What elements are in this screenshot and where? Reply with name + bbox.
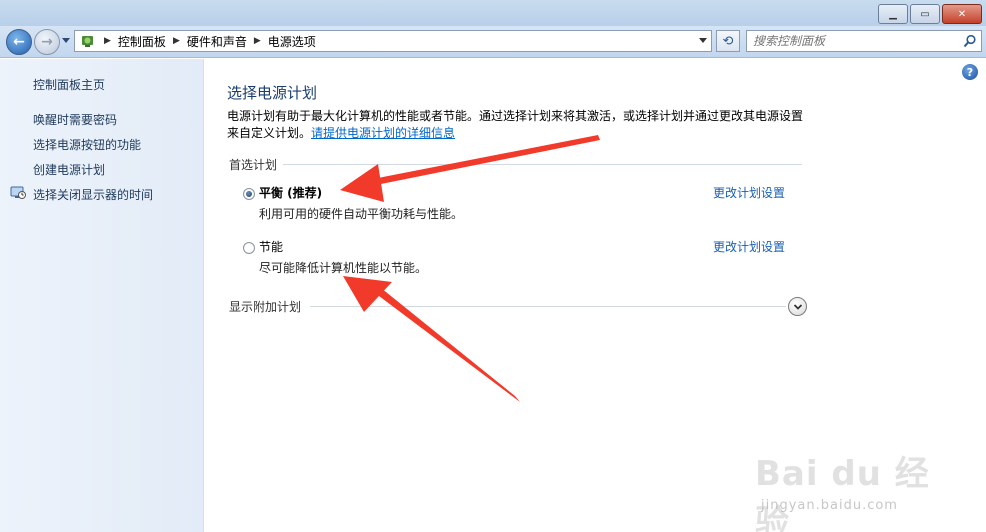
- watermark-url: jingyan.baidu.com: [761, 498, 898, 513]
- arrow-right-icon: →: [41, 34, 53, 50]
- annotation-arrow-upper: [350, 135, 600, 196]
- monitor-clock-icon: [10, 186, 26, 200]
- description-line-2: 来自定义计划。请提供电源计划的详细信息: [227, 125, 817, 142]
- window-controls: ▁ ▭ ✕: [876, 4, 982, 24]
- chevron-down-icon: [793, 300, 803, 314]
- sidebar-item-power-button[interactable]: 选择电源按钮的功能: [33, 136, 141, 153]
- expand-additional-plans-button[interactable]: [788, 297, 807, 316]
- minimize-icon: ▁: [889, 8, 897, 20]
- divider: [283, 164, 802, 165]
- power-saver-plan-radio[interactable]: [243, 242, 255, 254]
- close-button[interactable]: ✕: [942, 4, 982, 24]
- breadcrumb-separator: ▶: [172, 36, 180, 46]
- breadcrumb-control-panel[interactable]: 控制面板: [118, 33, 166, 50]
- power-saver-plan-description: 尽可能降低计算机性能以节能。: [259, 261, 428, 275]
- preferred-plans-label: 首选计划: [229, 158, 278, 172]
- sidebar-item-display-off-time[interactable]: 选择关闭显示器的时间: [33, 186, 153, 203]
- breadcrumb-hardware-sound[interactable]: 硬件和声音: [187, 33, 247, 50]
- watermark-brand: Bai du 经验: [755, 454, 930, 532]
- watermark: Bai du 经验 jingyan.baidu.com: [755, 440, 955, 532]
- help-button[interactable]: ?: [962, 64, 978, 80]
- sidebar-item-control-panel-home[interactable]: 控制面板主页: [33, 76, 105, 93]
- balanced-plan-radio[interactable]: [243, 188, 255, 200]
- breadcrumb-separator: ▶: [253, 36, 261, 46]
- control-panel-icon: [79, 33, 97, 49]
- address-bar[interactable]: ▶ 控制面板 ▶ 硬件和声音 ▶ 电源选项: [74, 30, 712, 52]
- page-description: 电源计划有助于最大化计算机的性能或者节能。通过选择计划来将其激活，或选择计划并通…: [227, 108, 817, 142]
- show-additional-plans-label[interactable]: 显示附加计划: [229, 298, 301, 315]
- close-icon: ✕: [957, 8, 967, 20]
- balanced-plan-description: 利用可用的硬件自动平衡功耗与性能。: [259, 207, 464, 221]
- page-title: 选择电源计划: [227, 84, 318, 102]
- description-line-1: 电源计划有助于最大化计算机的性能或者节能。通过选择计划来将其激活，或选择计划并通…: [227, 109, 804, 123]
- breadcrumb-power-options[interactable]: 电源选项: [268, 33, 316, 50]
- description-prefix: 来自定义计划。: [227, 126, 312, 140]
- search-icon[interactable]: [963, 34, 977, 51]
- recent-pages-dropdown[interactable]: [62, 38, 70, 43]
- balanced-change-settings-link[interactable]: 更改计划设置: [713, 184, 785, 201]
- power-saver-change-settings-link[interactable]: 更改计划设置: [713, 238, 785, 255]
- plan-details-link[interactable]: 请提供电源计划的详细信息: [311, 126, 455, 140]
- balanced-plan-name[interactable]: 平衡 (推荐): [259, 184, 322, 201]
- refresh-icon: ⟲: [722, 33, 734, 49]
- forward-button[interactable]: →: [34, 29, 60, 55]
- breadcrumb-separator: ▶: [104, 36, 111, 46]
- search-input[interactable]: [753, 34, 953, 48]
- divider: [310, 306, 786, 307]
- power-saver-plan-name[interactable]: 节能: [259, 238, 283, 255]
- search-box[interactable]: [746, 30, 982, 52]
- sidebar: 控制面板主页 唤醒时需要密码 选择电源按钮的功能 创建电源计划 选择关闭显示器的…: [0, 59, 204, 532]
- annotation-arrow-upper-head: [340, 164, 384, 202]
- arrow-left-icon: ←: [13, 34, 25, 50]
- refresh-button[interactable]: ⟲: [716, 30, 740, 52]
- sidebar-item-create-plan[interactable]: 创建电源计划: [33, 161, 105, 178]
- chevron-down-icon[interactable]: [699, 38, 707, 43]
- maximize-icon: ▭: [920, 8, 930, 20]
- minimize-button[interactable]: ▁: [878, 4, 908, 24]
- help-icon: ?: [966, 65, 974, 79]
- back-button[interactable]: ←: [6, 29, 32, 55]
- navigation-bar: ← → ▶ 控制面板 ▶ 硬件和声音 ▶ 电源选项 ⟲: [0, 26, 986, 58]
- maximize-button[interactable]: ▭: [910, 4, 940, 24]
- sidebar-item-wake-password[interactable]: 唤醒时需要密码: [33, 111, 117, 128]
